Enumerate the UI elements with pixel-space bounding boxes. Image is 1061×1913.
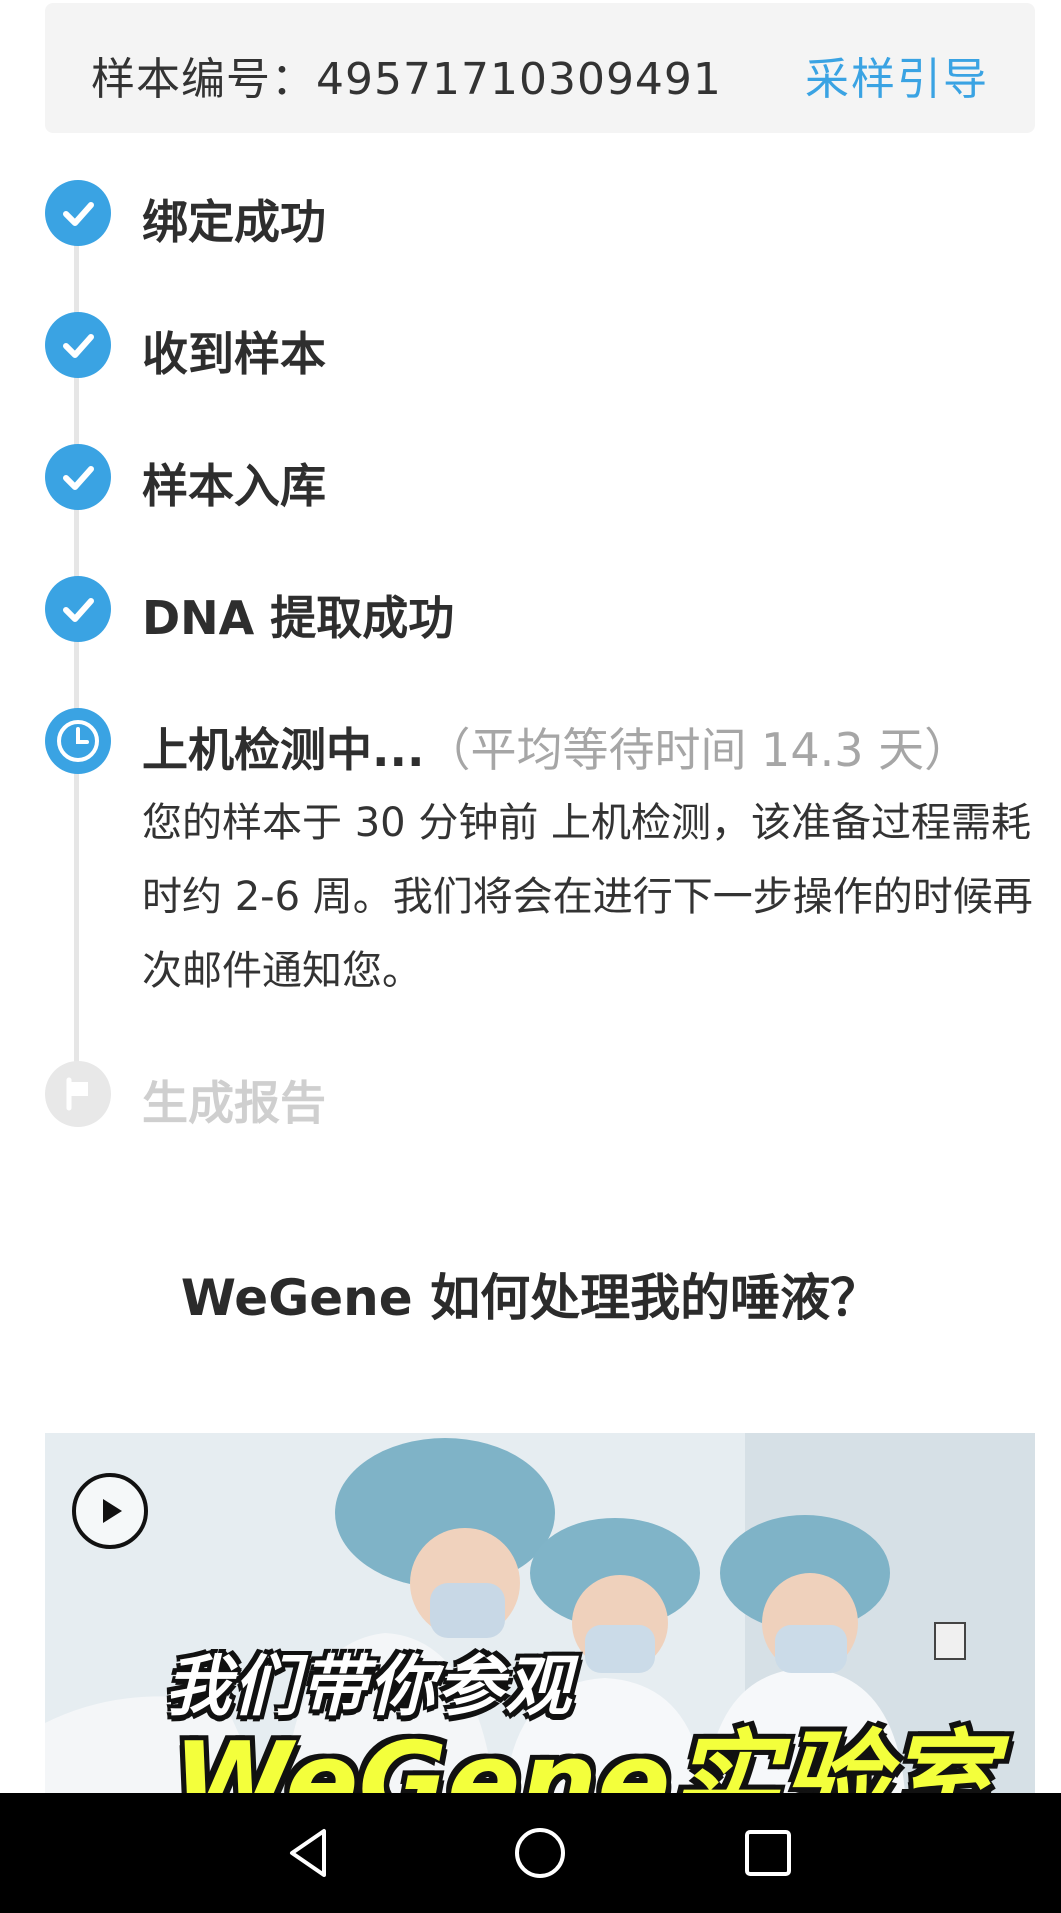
play-icon[interactable] xyxy=(72,1473,148,1549)
recents-square-icon[interactable] xyxy=(738,1823,798,1883)
sample-info-bar: 样本编号：49571710309491 采样引导 xyxy=(45,3,1035,133)
video-overlay-subtitle: WeGene实验室 xyxy=(173,1720,995,1793)
home-circle-icon[interactable] xyxy=(510,1823,570,1883)
step-title-current: 上机检测中...（平均等待时间 14.3 天） xyxy=(142,714,970,780)
flag-icon xyxy=(45,1061,111,1127)
sample-number: 样本编号：49571710309491 xyxy=(91,54,722,105)
step-title-text: 上机检测中... xyxy=(142,723,425,777)
step-title: 生成报告 xyxy=(142,1076,326,1130)
system-navigation-bar xyxy=(0,1793,1061,1913)
check-icon xyxy=(45,444,111,510)
section-heading: WeGene 如何处理我的唾液？ xyxy=(180,1269,881,1327)
step-description: 您的样本于 30 分钟前 上机检测，该准备过程需耗时约 2-6 周。我们将会在进… xyxy=(142,800,1033,994)
check-icon xyxy=(45,180,111,246)
step-title: 绑定成功 xyxy=(142,195,326,249)
back-triangle-icon[interactable] xyxy=(280,1823,340,1883)
clock-icon xyxy=(45,708,111,774)
sampling-guide-link[interactable]: 采样引导 xyxy=(805,43,989,107)
step-title: DNA 提取成功 xyxy=(142,591,455,645)
check-icon xyxy=(45,576,111,642)
video-thumbnail[interactable]: 我们带你参观 WeGene实验室 xyxy=(45,1433,1035,1793)
step-title: 收到样本 xyxy=(142,327,326,381)
step-title: 样本入库 xyxy=(142,459,326,513)
average-wait-hint: （平均等待时间 14.3 天） xyxy=(424,723,971,777)
check-icon xyxy=(45,312,111,378)
